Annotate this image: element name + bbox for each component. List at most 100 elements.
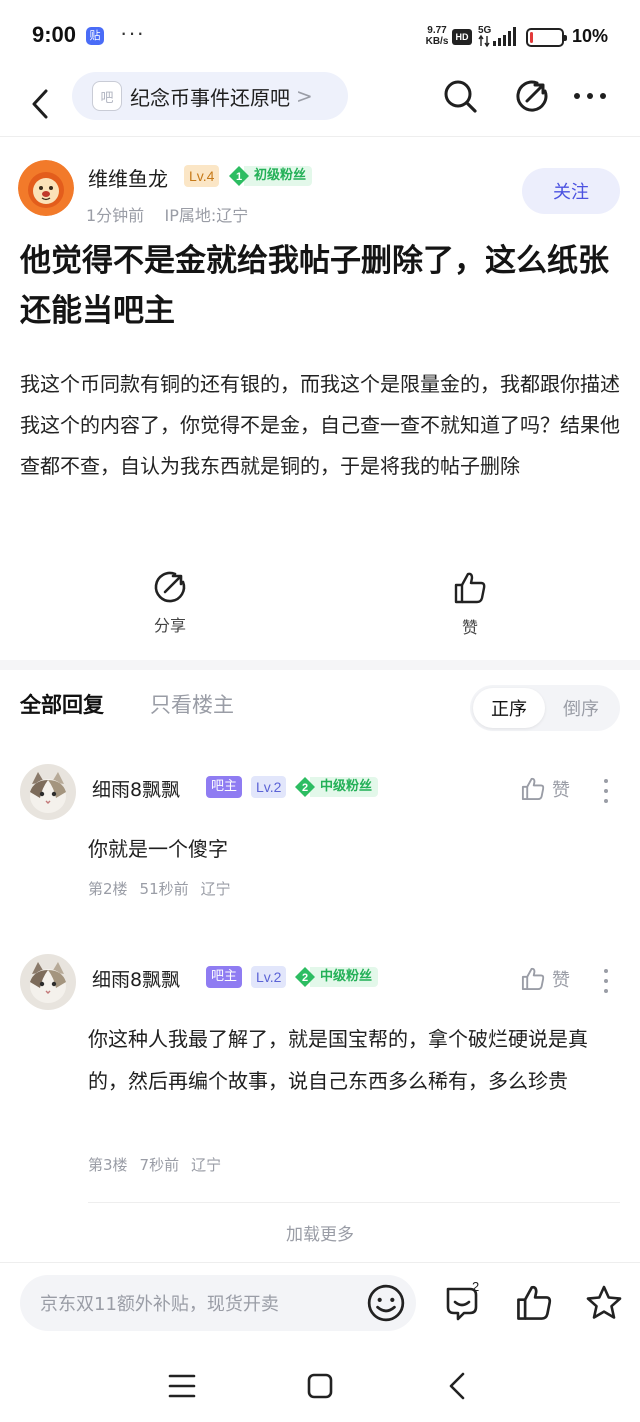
comment-text: 你就是一个傻字 — [88, 837, 228, 861]
comment-item: 细雨8飘飘 吧主 Lv.2 2 中级粉丝 赞 你就是一个傻字 第2楼 51秒前 辽宁 — [0, 764, 640, 924]
system-navigation-bar — [0, 1344, 640, 1422]
ip-location: IP属地:辽宁 — [164, 206, 249, 225]
forum-owner-badge: 吧主 — [206, 966, 243, 988]
svg-text:5G: 5G — [478, 25, 492, 36]
sort-toggle: 正序 倒序 — [470, 685, 620, 731]
commenter-name[interactable]: 细雨8飘飘 — [92, 965, 180, 992]
post-time: 1分钟前 — [86, 206, 145, 225]
chevron-right-icon: > — [296, 84, 313, 108]
menu-icon[interactable] — [162, 1366, 202, 1406]
commenter-name[interactable]: 细雨8飘飘 — [92, 775, 180, 802]
back-icon[interactable] — [438, 1366, 478, 1406]
signal-5g-icon: 5G — [478, 25, 516, 48]
comment-item: 细雨8飘飘 吧主 Lv.2 2 中级粉丝 赞 你这种人我最了解了，就是国宝帮的，… — [0, 954, 640, 1194]
share-icon — [516, 80, 548, 112]
fan-title: 中级粉丝 — [310, 777, 379, 797]
sort-ascending-option[interactable]: 正序 — [473, 688, 545, 728]
section-separator — [0, 660, 640, 670]
fan-gem-icon: 2 — [295, 967, 315, 987]
more-notifications-icon: ··· — [120, 20, 145, 45]
commenter-avatar[interactable] — [20, 764, 76, 820]
share-post-button[interactable]: 分享 — [130, 570, 210, 640]
tab-all-replies[interactable]: 全部回复 — [20, 689, 104, 719]
tieba-notification-icon: 贴 — [86, 27, 104, 45]
top-navigation: 吧 纪念币事件还原吧 > — [0, 72, 640, 136]
level-badge: Lv.2 — [251, 966, 287, 988]
level-badge: Lv.4 — [184, 165, 220, 187]
more-horizontal-icon — [574, 93, 606, 99]
post-body: 我这个币同款有铜的还有银的，而我这个是限量金的，我都跟你描述我这个的内容了，你觉… — [20, 372, 620, 478]
cat-avatar-icon — [20, 764, 76, 820]
comment-like-button[interactable]: 赞 — [520, 966, 570, 992]
comment-like-label: 赞 — [552, 780, 570, 801]
reply-count-badge: 2 — [472, 1279, 480, 1294]
search-button[interactable] — [440, 76, 480, 116]
battery-percentage: 10% — [572, 26, 609, 46]
fan-badge: 2 中级粉丝 — [294, 776, 379, 798]
fan-gem-icon: 1 — [229, 166, 249, 186]
status-bar: 9:00 贴 ··· 9.77 KB/s HD 5G 10% — [0, 0, 640, 72]
like-post-button[interactable]: 赞 — [430, 570, 510, 640]
battery-icon — [526, 28, 567, 47]
thumbs-up-icon — [521, 777, 545, 801]
thumbs-up-icon[interactable] — [514, 1283, 554, 1323]
forum-owner-badge: 吧主 — [206, 776, 243, 798]
post-meta: 1分钟前 IP属地:辽宁 — [86, 202, 248, 226]
fan-title: 中级粉丝 — [310, 967, 379, 987]
comment-text: 你这种人我最了解了，就是国宝帮的，拿个破烂硬说是真的，然后再编个故事，说自己东西… — [88, 1027, 588, 1093]
home-icon[interactable] — [300, 1366, 340, 1406]
star-icon[interactable] — [584, 1283, 624, 1323]
comment-like-button[interactable]: 赞 — [520, 776, 570, 802]
fan-gem-icon: 2 — [295, 777, 315, 797]
comment-meta: 第2楼 51秒前 辽宁 — [88, 878, 243, 899]
hd-icon: HD — [452, 29, 472, 45]
commenter-avatar[interactable] — [20, 954, 76, 1010]
thumbs-up-icon — [521, 967, 545, 991]
svg-text:2: 2 — [302, 782, 308, 794]
status-time: 9:00 — [32, 22, 77, 47]
svg-text:1: 1 — [236, 171, 242, 183]
comment-time: 51秒前 — [139, 880, 189, 898]
chevron-left-icon — [32, 89, 48, 119]
post-title: 他觉得不是金就给我帖子删除了，这么纸张还能当吧主 — [20, 243, 609, 329]
floor-number: 第3楼 — [88, 1156, 128, 1174]
thumbs-up-icon — [454, 572, 486, 604]
lion-avatar-icon — [18, 160, 74, 216]
author-name[interactable]: 维维鱼龙 — [88, 163, 168, 192]
fan-title: 初级粉丝 — [244, 166, 313, 186]
forum-name: 纪念币事件还原吧 — [130, 85, 290, 110]
forum-link[interactable]: 吧 纪念币事件还原吧 > — [72, 72, 348, 120]
comment-bar: 京东双11额外补贴，现货开卖 2 — [0, 1262, 640, 1342]
follow-button[interactable]: 关注 — [522, 168, 620, 214]
network-speed: 9.77 KB/s — [425, 25, 449, 47]
cat-avatar-icon — [20, 954, 76, 1010]
tab-owner-only[interactable]: 只看楼主 — [150, 689, 234, 719]
more-options-button[interactable] — [570, 76, 610, 116]
author-avatar[interactable] — [18, 160, 74, 216]
floor-number: 第2楼 — [88, 880, 128, 898]
comment-location: 辽宁 — [191, 1156, 222, 1174]
emoji-icon[interactable] — [366, 1283, 406, 1323]
comment-input[interactable]: 京东双11额外补贴，现货开卖 — [20, 1275, 416, 1331]
share-icon — [154, 571, 186, 603]
level-badge: Lv.2 — [251, 776, 287, 798]
share-header-button[interactable] — [512, 76, 552, 116]
comment-time: 7秒前 — [139, 1156, 180, 1174]
more-vertical-icon[interactable] — [596, 966, 616, 996]
comment-like-label: 赞 — [552, 970, 570, 991]
fan-badge: 2 中级粉丝 — [294, 966, 379, 988]
like-label: 赞 — [461, 618, 478, 637]
more-vertical-icon[interactable] — [596, 776, 616, 806]
svg-text:2: 2 — [302, 972, 308, 984]
comment-meta: 第3楼 7秒前 辽宁 — [88, 1154, 233, 1175]
comments-divider — [88, 1202, 620, 1203]
fan-badge: 1 初级粉丝 — [228, 165, 313, 187]
search-icon — [444, 80, 477, 113]
load-more-button[interactable]: 加载更多 — [0, 1220, 640, 1245]
share-label: 分享 — [153, 616, 186, 635]
comment-location: 辽宁 — [200, 880, 231, 898]
sort-descending-option[interactable]: 倒序 — [545, 688, 617, 728]
forum-icon: 吧 — [92, 81, 122, 111]
header-divider — [0, 136, 640, 137]
back-button[interactable] — [20, 80, 60, 128]
